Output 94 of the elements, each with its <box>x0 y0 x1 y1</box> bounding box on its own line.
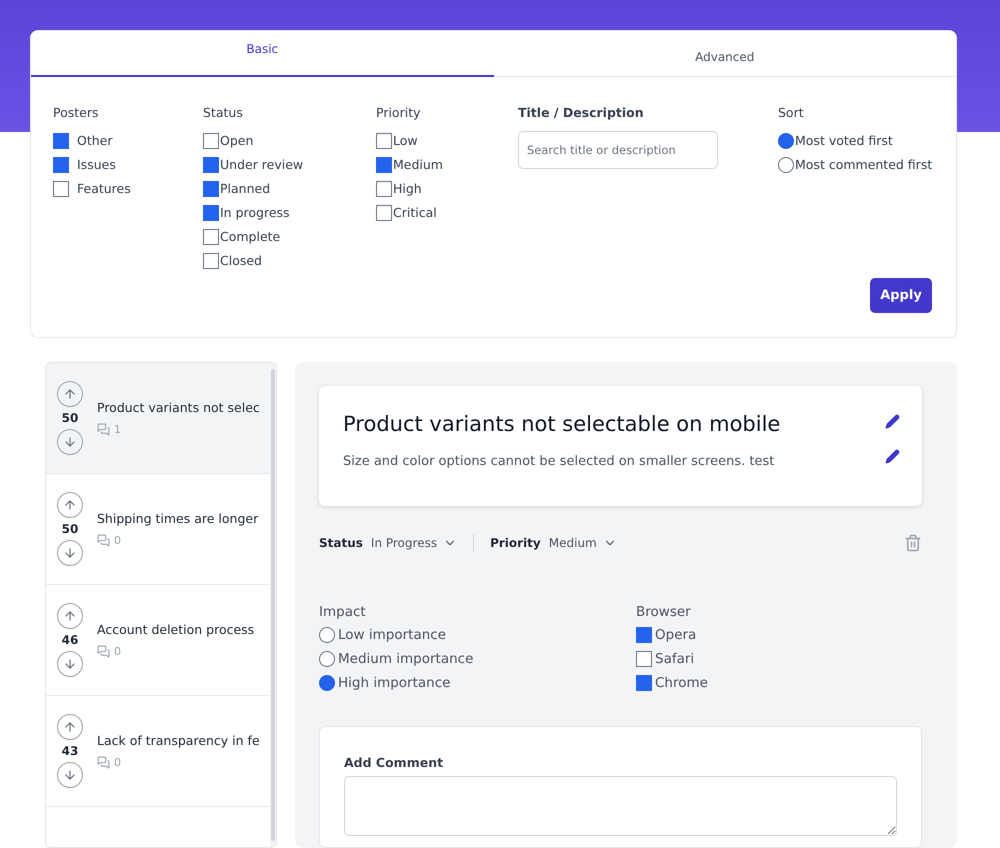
radio-label: Most commented first <box>795 157 932 172</box>
checkbox-label: Opera <box>655 626 696 642</box>
checkbox-label: Planned <box>220 181 270 196</box>
checkbox-label: Low <box>393 133 418 148</box>
tab[interactable]: Basic <box>31 31 494 77</box>
checkbox[interactable] <box>376 132 392 148</box>
radio-button[interactable] <box>778 132 794 148</box>
checkbox[interactable] <box>203 180 219 196</box>
checkbox-label: Open <box>220 133 254 148</box>
checkbox[interactable] <box>636 626 652 642</box>
vote-count: 50 <box>62 522 78 536</box>
post-title: Account deletion process <box>97 622 254 637</box>
filter-heading: Title / Description <box>518 105 645 120</box>
downvote-button[interactable] <box>57 651 83 677</box>
comment-label: Add Comment <box>344 755 444 770</box>
checkbox[interactable] <box>203 132 219 148</box>
checkbox[interactable] <box>53 132 69 148</box>
edit-icon[interactable] <box>885 414 900 429</box>
radio-button[interactable] <box>319 650 335 666</box>
checkbox-label: In progress <box>220 205 290 220</box>
checkbox-label: Safari <box>655 650 694 666</box>
radio-label: High importance <box>338 674 450 690</box>
downvote-button[interactable] <box>57 762 83 788</box>
checkbox[interactable] <box>53 180 69 196</box>
impact-heading: Impact <box>319 604 367 620</box>
checkbox-label: Medium <box>393 157 443 172</box>
checkbox[interactable] <box>203 228 219 244</box>
checkbox-label: Issues <box>77 157 116 172</box>
post-title: Shipping times are longer <box>97 511 258 526</box>
radio-label: Most voted first <box>795 133 893 148</box>
radio-button[interactable] <box>319 626 335 642</box>
filter-heading: Status <box>203 105 244 120</box>
arrow-down-icon <box>63 546 77 560</box>
comment-count: 0 <box>114 756 121 769</box>
checkbox-label: Features <box>77 181 131 196</box>
radio-label: Medium importance <box>338 650 474 666</box>
checkbox[interactable] <box>203 156 219 172</box>
comments-icon <box>97 423 110 436</box>
comment-count: 0 <box>114 645 121 658</box>
status-dropdown[interactable]: In Progress <box>370 536 458 550</box>
checkbox-label: Complete <box>220 229 280 244</box>
upvote-button[interactable] <box>57 603 83 629</box>
checkbox[interactable] <box>53 156 69 172</box>
radio-label: Low importance <box>338 626 446 642</box>
arrow-down-icon <box>63 657 77 671</box>
trash-icon <box>904 534 922 552</box>
upvote-button[interactable] <box>57 381 83 407</box>
checkbox-label: Closed <box>220 253 262 268</box>
checkbox[interactable] <box>636 674 652 690</box>
vote-count: 46 <box>62 633 78 647</box>
comment-count: 1 <box>114 423 121 436</box>
post-item[interactable]: 50 Product variants not selec 1 <box>46 363 270 474</box>
comment-field[interactable] <box>344 776 897 836</box>
comment-count: 0 <box>114 534 121 547</box>
checkbox[interactable] <box>376 156 392 172</box>
checkbox-label: Under review <box>220 157 304 172</box>
downvote-button[interactable] <box>57 540 83 566</box>
post-heading: Product variants not selectable on mobile <box>343 412 780 436</box>
radio-button[interactable] <box>319 674 335 690</box>
checkbox[interactable] <box>376 204 392 220</box>
comments-icon <box>97 645 110 658</box>
checkbox[interactable] <box>203 252 219 268</box>
arrow-down-icon <box>63 768 77 782</box>
comments-icon <box>97 534 110 547</box>
filter-heading: Priority <box>376 105 422 120</box>
downvote-button[interactable] <box>57 429 83 455</box>
checkbox-label: Chrome <box>655 674 708 690</box>
arrow-up-icon <box>63 720 77 734</box>
priority-label: Priority <box>490 536 541 550</box>
filter-heading: Posters <box>53 105 100 120</box>
vote-count: 50 <box>62 411 78 425</box>
search-field[interactable]: Search title or description <box>518 131 718 169</box>
edit-icon[interactable] <box>885 449 900 464</box>
checkbox[interactable] <box>636 650 652 666</box>
vote-count: 43 <box>62 744 78 758</box>
browser-heading: Browser <box>636 604 692 620</box>
checkbox[interactable] <box>376 180 392 196</box>
upvote-button[interactable] <box>57 714 83 740</box>
checkbox[interactable] <box>203 204 219 220</box>
checkbox-label: Other <box>77 133 112 148</box>
post-title: Product variants not selec <box>97 400 260 415</box>
radio-button[interactable] <box>778 156 794 172</box>
tab[interactable]: Advanced <box>494 31 956 77</box>
status-label: Status <box>319 536 363 550</box>
upvote-button[interactable] <box>57 492 83 518</box>
arrow-up-icon <box>63 609 77 623</box>
post-title: Lack of transparency in fe <box>97 733 260 748</box>
apply-button[interactable]: Apply <box>870 278 932 313</box>
post-description: Size and color options cannot be selected on smaller screens. test <box>343 454 776 469</box>
checkbox-label: High <box>393 181 422 196</box>
priority-dropdown[interactable]: Medium <box>548 536 617 550</box>
checkbox-label: Critical <box>393 205 437 220</box>
comments-icon <box>97 756 110 769</box>
filter-heading: Sort <box>778 105 805 120</box>
